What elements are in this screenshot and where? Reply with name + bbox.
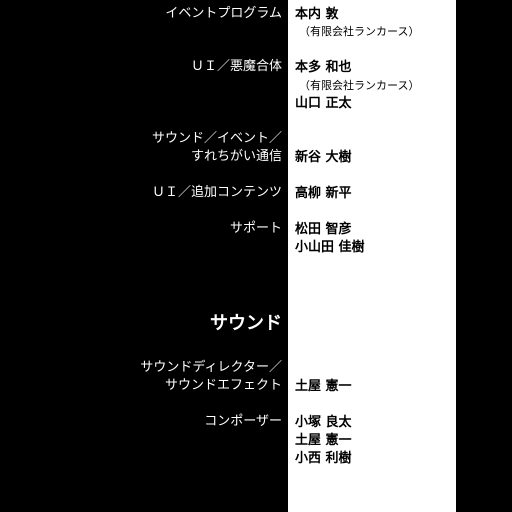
role-composer: コンポーザー bbox=[204, 414, 282, 429]
role-sound-director-line2: サウンドエフェクト bbox=[164, 378, 282, 393]
credits-screen: イベントプログラム 本内 敦 （有限会社ランカース） ＵＩ／悪魔合体 本多 和也… bbox=[0, 0, 512, 512]
name-matsuda-tomohiko: 松田 智彦 bbox=[295, 222, 352, 237]
role-ui-additional-content: ＵＩ／追加コンテンツ bbox=[151, 185, 282, 200]
name-oyamada-yoshiki: 小山田 佳樹 bbox=[295, 240, 365, 255]
role-panel bbox=[0, 0, 288, 512]
name-shintani-daiki: 新谷 大樹 bbox=[295, 150, 352, 165]
name-honnai-atsushi: 本内 敦 bbox=[295, 7, 339, 22]
name-tsuchiya-kenichi-1: 土屋 憲一 bbox=[295, 379, 352, 394]
name-takayanagi-shinpei: 高柳 新平 bbox=[295, 186, 352, 201]
section-header-sound: サウンド bbox=[210, 313, 282, 334]
role-support: サポート bbox=[229, 221, 282, 236]
company-lancarse-1: （有限会社ランカース） bbox=[299, 25, 420, 38]
name-yamaguchi-shota: 山口 正太 bbox=[295, 96, 352, 111]
role-event-programming: イベントプログラム bbox=[165, 6, 282, 21]
name-kozuka-ryota: 小塚 良太 bbox=[295, 415, 352, 430]
role-sound-event-line2: すれちがい通信 bbox=[190, 149, 282, 164]
role-ui-demon-fusion: ＵＩ／悪魔合体 bbox=[190, 59, 282, 74]
role-sound-event-line1: サウンド／イベント／ bbox=[151, 131, 282, 146]
company-lancarse-2: （有限会社ランカース） bbox=[299, 79, 420, 92]
name-honda-kazuya: 本多 和也 bbox=[295, 60, 352, 75]
name-konishi-toshiki: 小西 利樹 bbox=[295, 451, 352, 466]
right-border bbox=[456, 0, 512, 512]
role-sound-director-line1: サウンドディレクター／ bbox=[140, 360, 282, 375]
name-tsuchiya-kenichi-2: 土屋 憲一 bbox=[295, 433, 352, 448]
